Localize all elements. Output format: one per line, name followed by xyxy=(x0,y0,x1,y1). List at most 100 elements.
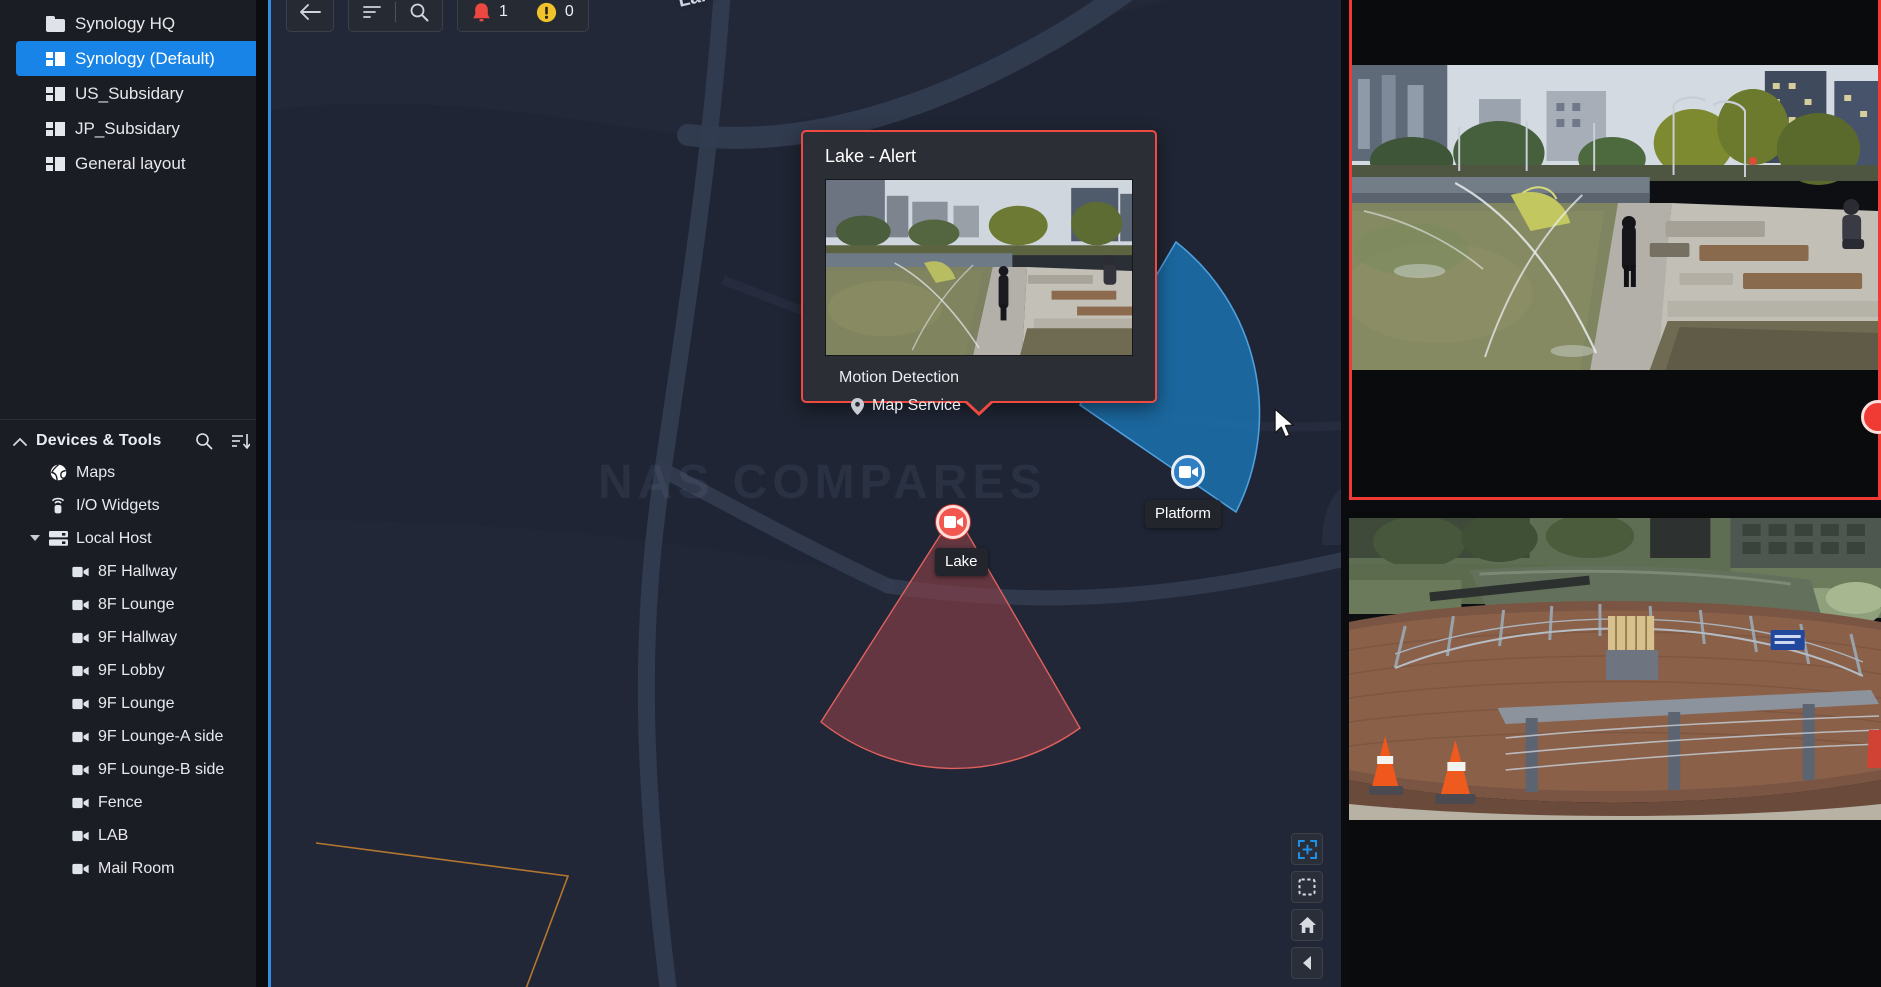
focus-target-icon xyxy=(1297,839,1317,859)
sidebar: Synology HQ Synology (Default) US_Subsid… xyxy=(0,0,268,987)
search-icon xyxy=(410,3,429,22)
wooden-deck-scene xyxy=(1349,518,1881,820)
camera-label-platform: Platform xyxy=(1145,500,1221,528)
lakeside-scene-thumb xyxy=(826,180,1132,355)
tree-item-lab[interactable]: LAB xyxy=(0,819,268,852)
map-toolbar[interactable]: 1 0 xyxy=(286,0,589,32)
folder-icon xyxy=(46,15,65,32)
alert-popup-title: Lake - Alert xyxy=(825,146,917,166)
sidebar-divider xyxy=(0,419,268,420)
map-left-accent-bar xyxy=(268,0,271,987)
camera-marker-lake[interactable] xyxy=(936,505,970,539)
tree-item-local-host[interactable]: Local Host xyxy=(0,522,268,555)
io-widget-icon xyxy=(46,497,70,514)
tree-item-mail-room[interactable]: Mail Room xyxy=(0,852,268,885)
dashed-square-icon xyxy=(1298,878,1316,896)
layout-item-jp-subsidary[interactable]: JP_Subsidary xyxy=(16,111,260,146)
filter-search-group xyxy=(348,0,443,32)
camera-icon xyxy=(943,516,963,528)
tree-item-label: 9F Lounge-A side xyxy=(98,727,224,745)
layout-item-synology-default[interactable]: Synology (Default) xyxy=(16,41,260,76)
tree-item-label: 8F Hallway xyxy=(98,562,178,580)
home-icon xyxy=(1298,917,1316,933)
tree-item-label: Local Host xyxy=(76,529,152,547)
top-video-tile[interactable] xyxy=(1349,0,1881,500)
filter-button[interactable] xyxy=(349,0,395,32)
layout-item-general-layout[interactable]: General layout xyxy=(16,146,260,181)
tree-item-8f-hallway[interactable]: 8F Hallway xyxy=(0,555,268,588)
alert-event-type: Motion Detection xyxy=(839,369,960,386)
camera-icon xyxy=(68,665,92,677)
bell-icon xyxy=(473,2,490,21)
tree-item-9f-lounge[interactable]: 9F Lounge xyxy=(0,687,268,720)
tree-item-label: 9F Hallway xyxy=(98,628,178,646)
devices-tools-header: Devices & Tools xyxy=(0,424,268,458)
tree-item-9f-hallway[interactable]: 9F Hallway xyxy=(0,621,268,654)
camera-icon xyxy=(68,797,92,809)
layout-item-us-subsidary[interactable]: US_Subsidary xyxy=(16,76,260,111)
tree-item-9f-lounge-b-side[interactable]: 9F Lounge-B side xyxy=(0,753,268,786)
tree-item-label: I/O Widgets xyxy=(76,496,160,514)
sidebar-rail xyxy=(256,0,268,987)
camera-icon xyxy=(68,566,92,578)
collapse-panel-button[interactable] xyxy=(1291,947,1323,979)
surveillance-station-app: Synology HQ Synology (Default) US_Subsid… xyxy=(0,0,1881,987)
status-counters-group: 1 0 xyxy=(457,0,589,32)
layout-item-label: JP_Subsidary xyxy=(75,118,180,138)
popup-tail-fill xyxy=(966,400,992,412)
layout-icon xyxy=(46,86,65,102)
focus-area-button[interactable] xyxy=(1291,833,1323,865)
camera-marker-platform[interactable] xyxy=(1171,455,1205,489)
layout-icon xyxy=(46,121,65,137)
sort-icon[interactable] xyxy=(230,431,250,451)
device-tree[interactable]: Maps I/O Widgets Local Host 8F Hallway 8F Lo… xyxy=(0,456,268,987)
bottom-video-tile[interactable] xyxy=(1349,510,1881,987)
tree-item-9f-lounge-a-side[interactable]: 9F Lounge-A side xyxy=(0,720,268,753)
tree-item-label: LAB xyxy=(98,826,129,844)
layout-item-label: US_Subsidary xyxy=(75,83,184,103)
tree-item-fence[interactable]: Fence xyxy=(0,786,268,819)
notification-button[interactable] xyxy=(458,2,491,23)
chevron-up-icon[interactable] xyxy=(8,429,32,453)
home-button[interactable] xyxy=(1291,909,1323,941)
back-button[interactable] xyxy=(287,0,333,32)
chevron-down-icon[interactable] xyxy=(24,535,46,542)
lakeside-park-scene xyxy=(1352,65,1878,370)
camera-icon xyxy=(68,764,92,776)
camera-icon xyxy=(68,863,92,875)
filter-icon xyxy=(363,6,381,18)
search-button[interactable] xyxy=(396,0,442,32)
tree-item-8f-lounge[interactable]: 8F Lounge xyxy=(0,588,268,621)
camera-label-lake: Lake xyxy=(935,548,988,576)
video-panel xyxy=(1274,0,1881,987)
layout-item-label: General layout xyxy=(75,153,186,173)
globe-icon xyxy=(46,464,70,481)
layout-item-synology-hq[interactable]: Synology HQ xyxy=(16,6,260,41)
tree-item-label: Mail Room xyxy=(98,859,175,877)
tree-item-9f-lobby[interactable]: 9F Lobby xyxy=(0,654,268,687)
warning-button[interactable] xyxy=(522,2,557,23)
map-controls[interactable] xyxy=(1291,833,1323,979)
camera-icon xyxy=(68,632,92,644)
camera-icon xyxy=(68,731,92,743)
map-area[interactable]: Lane NAS COMPARES Platf xyxy=(268,0,1341,987)
tree-item-maps[interactable]: Maps xyxy=(0,456,268,489)
tree-item-label: Maps xyxy=(76,463,116,481)
tree-item-label: 8F Lounge xyxy=(98,595,175,613)
alert-popup-thumbnail[interactable] xyxy=(825,179,1133,356)
tree-item-label: 9F Lobby xyxy=(98,661,165,679)
alert-popup[interactable]: Lake - Alert Motion Detection Map Servic… xyxy=(801,130,1157,416)
layout-item-label: Synology HQ xyxy=(75,13,176,33)
select-area-button[interactable] xyxy=(1291,871,1323,903)
chevron-left-icon xyxy=(1303,956,1311,970)
detection-cone-lake xyxy=(820,510,1081,770)
bottom-video-image xyxy=(1349,518,1881,820)
camera-icon xyxy=(68,830,92,842)
server-icon xyxy=(46,531,70,546)
warning-count: 0 xyxy=(564,3,574,20)
map-canvas[interactable]: Lane NAS COMPARES Platf xyxy=(268,0,1341,987)
tree-item-label: 9F Lounge xyxy=(98,694,175,712)
tree-item-i-o-widgets[interactable]: I/O Widgets xyxy=(0,489,268,522)
search-icon[interactable] xyxy=(194,431,214,451)
top-video-image xyxy=(1352,65,1878,370)
